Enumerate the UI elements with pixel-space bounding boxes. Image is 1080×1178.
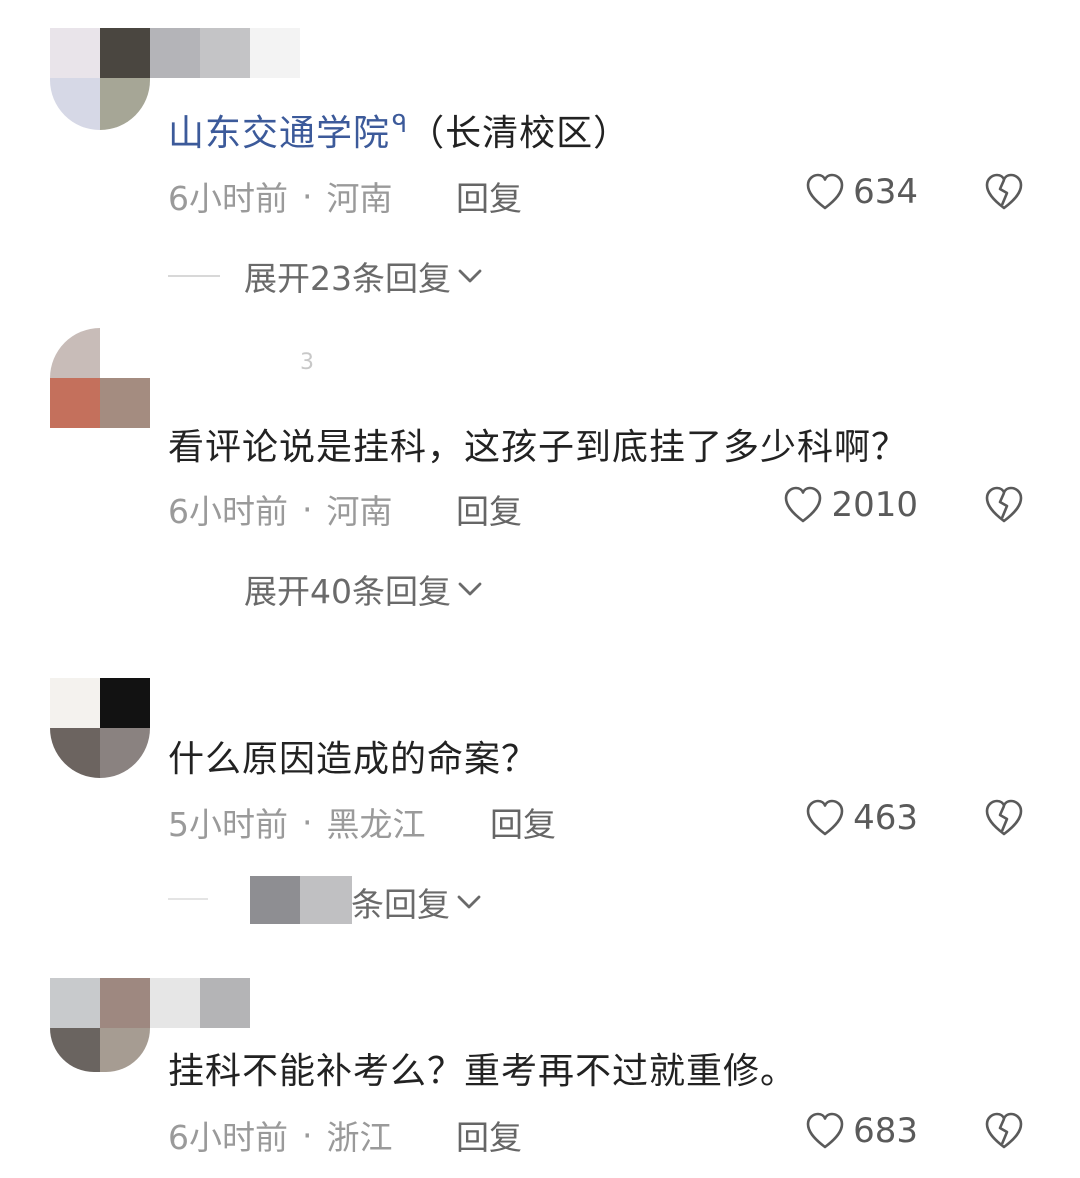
meta-separator: · — [302, 802, 313, 842]
username-text[interactable]: 山东交通学院 — [168, 113, 390, 154]
comment-time: 6小时前 — [168, 1118, 288, 1157]
like-button[interactable]: 463 — [805, 798, 918, 838]
comment-region: 黑龙江 — [326, 805, 426, 844]
avatar[interactable] — [50, 678, 150, 778]
username[interactable]: 山东交通学院ᑫ（长清校区） — [168, 104, 630, 156]
like-button[interactable]: 683 — [805, 1111, 918, 1151]
like-count: 463 — [853, 798, 918, 838]
comment-list: 山东交通学院ᑫ（长清校区） 6小时前 · 河南 回复 634 展开23条回复 3… — [0, 0, 1080, 1178]
reply-button[interactable]: 回复 — [456, 485, 522, 533]
comment-meta: 6小时前 · 浙江 回复 — [168, 1111, 568, 1159]
comment-region: 河南 — [326, 179, 393, 218]
like-button[interactable]: 634 — [805, 172, 918, 212]
avatar[interactable] — [50, 78, 150, 130]
comment-meta: 6小时前 · 河南 回复 — [168, 172, 568, 220]
comment-time: 5小时前 — [168, 805, 288, 844]
broken-heart-icon[interactable] — [984, 798, 1024, 838]
expand-replies-button[interactable]: 0条回复 — [330, 878, 482, 926]
avatar[interactable] — [50, 328, 150, 428]
comment-region: 浙江 — [326, 1118, 393, 1157]
meta-separator: · — [302, 1115, 313, 1155]
expand-divider — [168, 588, 220, 590]
chevron-down-icon — [458, 582, 482, 596]
comment-text: 挂科不能补考么？重考再不过就重修。 — [168, 1051, 798, 1092]
search-icon[interactable]: ᑫ — [392, 110, 408, 138]
broken-heart-icon[interactable] — [984, 172, 1024, 212]
avatar[interactable] — [50, 1028, 150, 1072]
expand-label: 展开23条回复 — [244, 259, 451, 298]
username-blur — [50, 978, 250, 1028]
comment-time: 6小时前 — [168, 179, 288, 218]
heart-outline-icon — [785, 486, 822, 523]
like-count: 683 — [853, 1111, 918, 1151]
expand-label-blur — [250, 876, 352, 924]
reply-button[interactable]: 回复 — [490, 798, 556, 846]
like-count: 634 — [853, 172, 918, 212]
heart-outline-icon — [806, 173, 844, 210]
like-button[interactable]: 2010 — [783, 485, 918, 525]
username-blur — [50, 28, 300, 78]
comment-text: 什么原因造成的命案？ — [168, 739, 539, 780]
comment-meta: 6小时前 · 河南 回复 — [168, 485, 568, 533]
username[interactable]: 3 — [300, 350, 314, 375]
meta-separator: · — [302, 176, 313, 216]
chevron-down-icon — [457, 895, 481, 909]
chevron-down-icon — [458, 269, 482, 283]
reply-button[interactable]: 回复 — [456, 1111, 522, 1159]
expand-replies-button[interactable]: 展开23条回复 — [168, 252, 483, 300]
broken-heart-icon[interactable] — [984, 1111, 1024, 1151]
broken-heart-icon[interactable] — [984, 485, 1024, 525]
reply-button[interactable]: 回复 — [456, 172, 522, 220]
expand-replies-button[interactable]: 展开40条回复 — [168, 565, 483, 613]
like-count: 2010 — [831, 485, 918, 525]
comment-time: 6小时前 — [168, 492, 288, 531]
expand-divider — [168, 275, 220, 277]
expand-label: 展开40条回复 — [244, 572, 451, 611]
meta-separator: · — [302, 489, 313, 529]
comment-region: 河南 — [326, 492, 393, 531]
comment-meta: 5小时前 · 黑龙江 回复 — [168, 798, 598, 846]
comment-text: 看评论说是挂科，这孩子到底挂了多少科啊？ — [168, 427, 909, 468]
heart-outline-icon — [806, 1112, 844, 1149]
heart-outline-icon — [806, 799, 844, 836]
expand-divider — [168, 898, 208, 900]
campus-text: （长清校区） — [408, 113, 631, 154]
